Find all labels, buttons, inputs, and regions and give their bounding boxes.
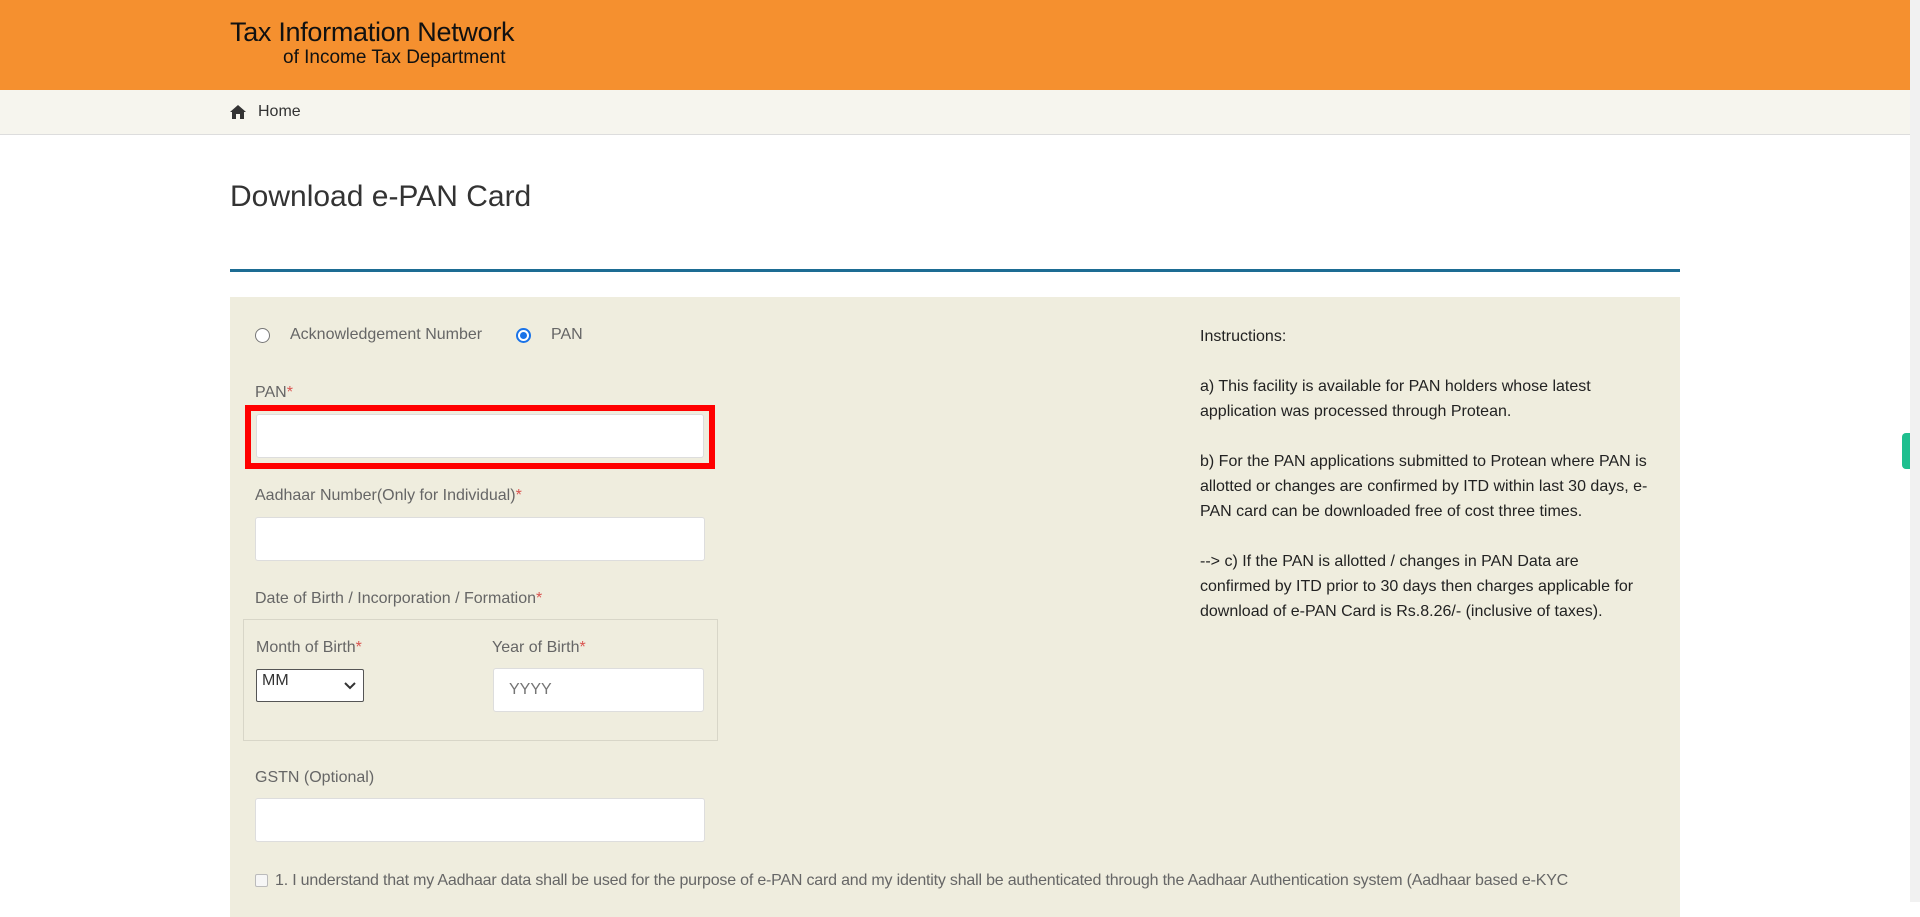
site-header: Tax Information Network of Income Tax De… [0, 0, 1910, 90]
instruction-c: --> c) If the PAN is allotted / changes … [1200, 553, 1634, 620]
chevron-down-icon [344, 682, 356, 690]
page-title: Download e-PAN Card [230, 180, 532, 213]
month-label: Month of Birth* [256, 639, 362, 656]
instructions-heading: Instructions: [1200, 328, 1287, 345]
logo-title: Tax Information Network [230, 17, 515, 47]
year-label: Year of Birth* [492, 639, 586, 656]
instructions: Instructions: a) This facility is availa… [1200, 324, 1650, 649]
gstn-label: GSTN (Optional) [255, 769, 375, 786]
radio-pan[interactable] [516, 328, 531, 343]
home-icon [230, 105, 246, 119]
pan-label: PAN* [255, 384, 293, 401]
home-link[interactable]: Home [230, 103, 301, 121]
logo-subtitle: of Income Tax Department [283, 47, 506, 68]
radio-acknowledgement[interactable] [255, 328, 270, 343]
month-value: MM [262, 672, 289, 689]
side-tab[interactable] [1902, 433, 1910, 469]
divider [230, 269, 1680, 272]
month-select[interactable]: MM [256, 669, 364, 702]
year-input[interactable] [493, 668, 704, 712]
aadhaar-label: Aadhaar Number(Only for Individual)* [255, 487, 522, 504]
home-label: Home [258, 103, 301, 120]
pan-input[interactable] [256, 414, 704, 458]
radio-pan-label: PAN [551, 326, 583, 343]
consent-text: 1. I understand that my Aadhaar data sha… [275, 872, 1569, 889]
aadhaar-input[interactable] [255, 517, 705, 561]
instruction-b: b) For the PAN applications submitted to… [1200, 453, 1648, 520]
radio-ack-label: Acknowledgement Number [290, 326, 483, 343]
instruction-a: a) This facility is available for PAN ho… [1200, 378, 1591, 420]
nav-bar: Home [0, 90, 1910, 135]
consent-checkbox[interactable] [255, 874, 268, 887]
gstn-input[interactable] [255, 798, 705, 842]
dob-label: Date of Birth / Incorporation / Formatio… [255, 590, 543, 607]
scrollbar[interactable] [1910, 0, 1920, 902]
dob-fieldset: Month of Birth* MM Year of Birth* [243, 619, 718, 741]
